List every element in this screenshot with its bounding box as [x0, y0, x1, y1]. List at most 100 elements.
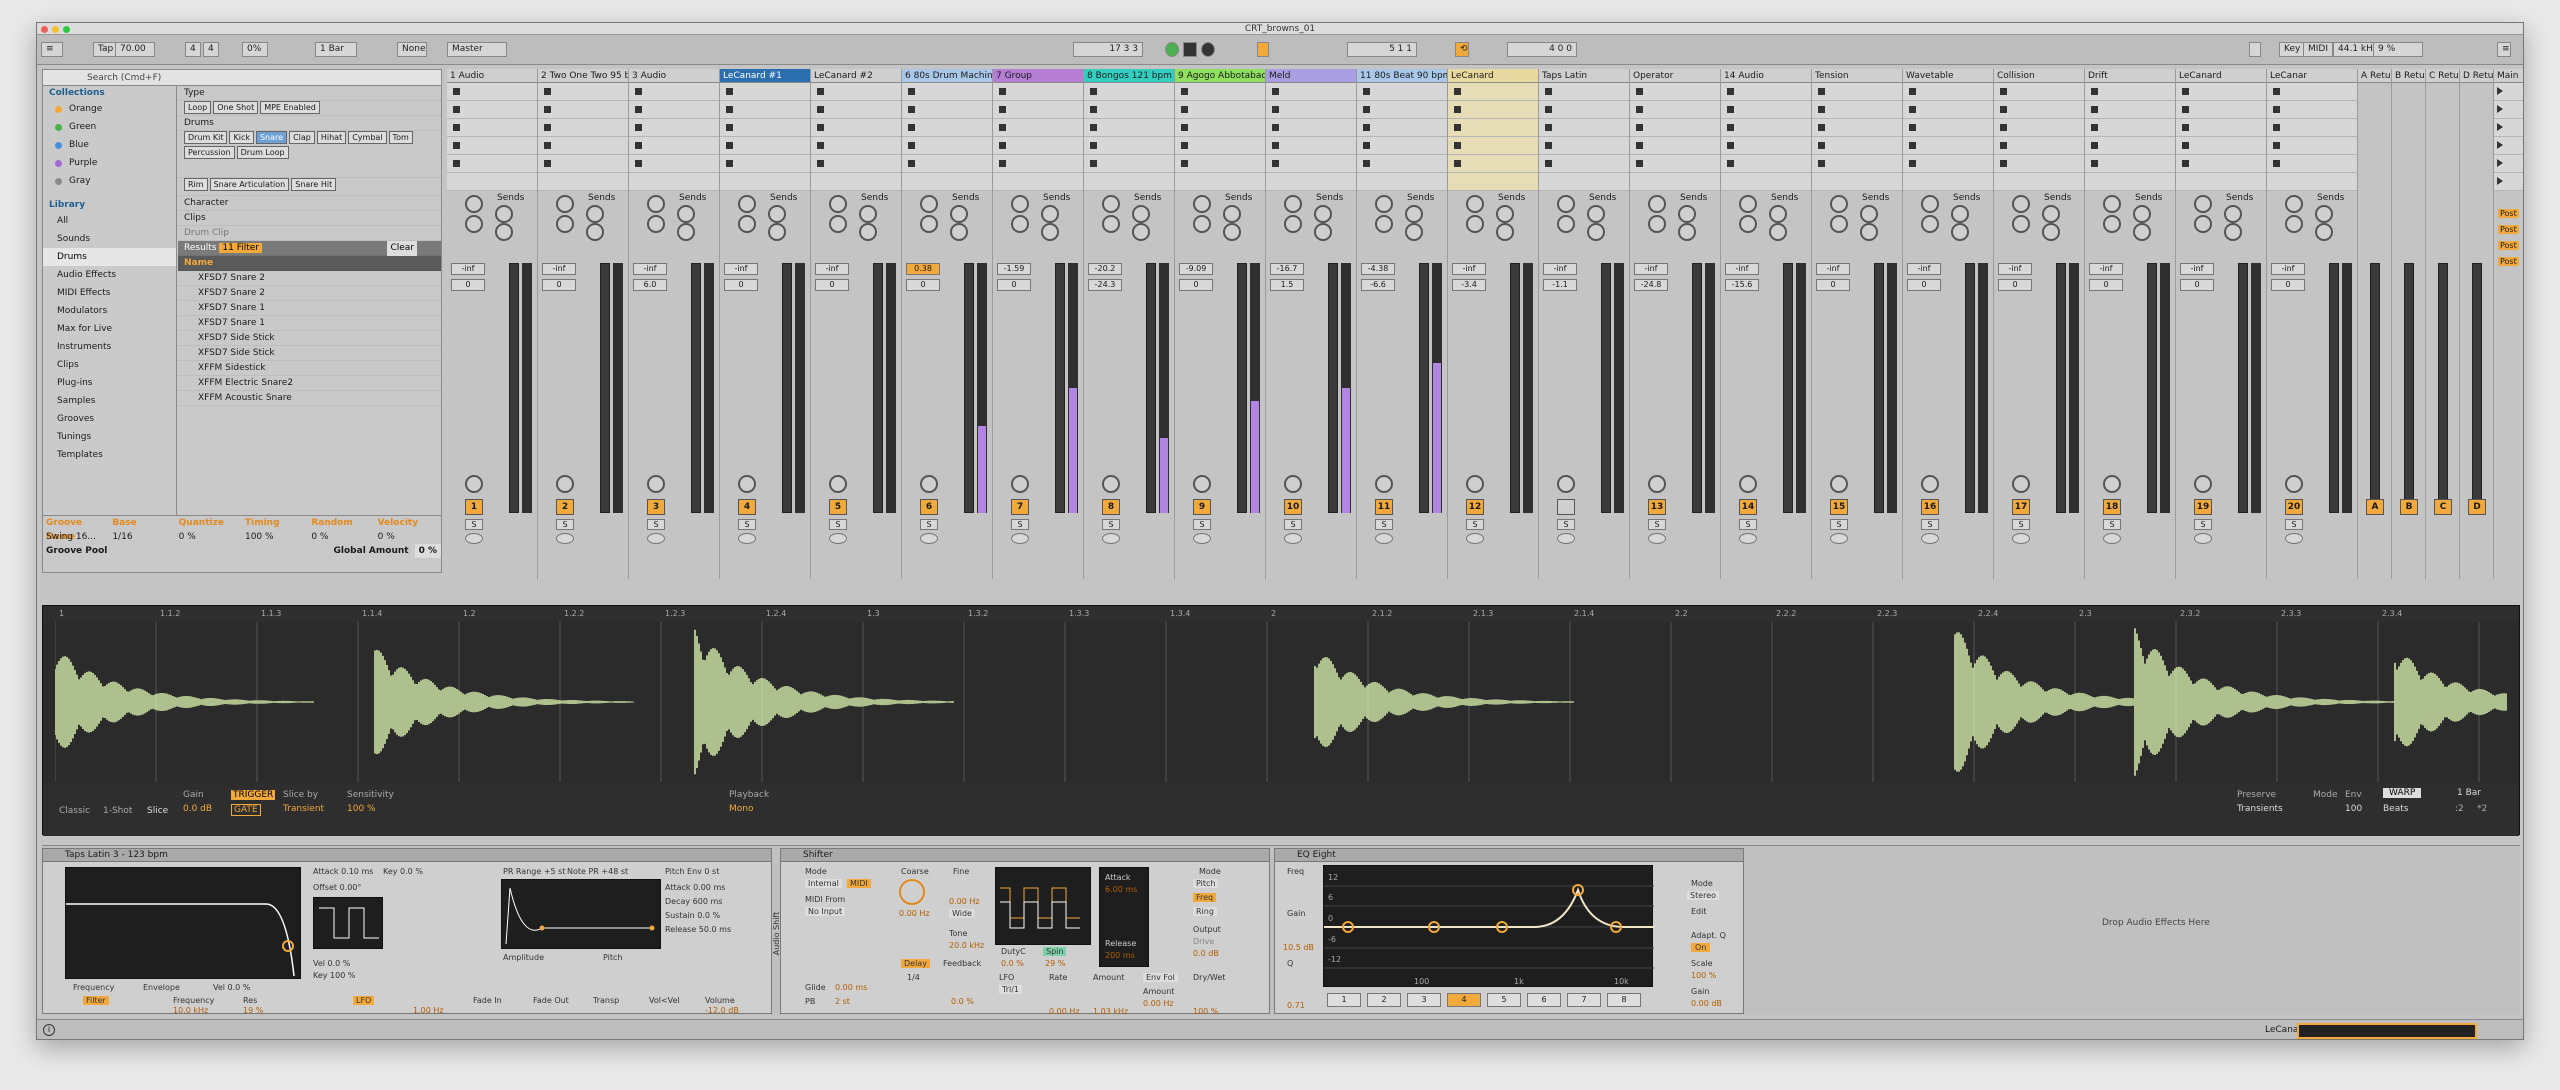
send-knob[interactable] — [677, 205, 695, 223]
link-button[interactable]: ≡ — [41, 42, 63, 57]
arm-button[interactable] — [1830, 533, 1848, 544]
pan-value[interactable]: 0 — [451, 279, 485, 291]
send-knob[interactable] — [1375, 215, 1393, 233]
send-knob[interactable] — [1678, 223, 1696, 241]
volume-fader[interactable] — [1783, 263, 1793, 513]
clip-slot[interactable] — [2085, 101, 2175, 119]
pan-knob[interactable] — [465, 475, 483, 493]
volume-fader[interactable] — [600, 263, 610, 513]
solo-button[interactable]: S — [1921, 519, 1939, 530]
coarse-value[interactable]: 0.00 Hz — [899, 909, 930, 918]
volume-fader[interactable] — [2147, 263, 2157, 513]
filter-tag[interactable]: Drum Loop — [236, 146, 289, 159]
send-knob[interactable] — [2224, 205, 2242, 223]
search-input[interactable]: Search (Cmd+F) — [43, 70, 441, 86]
filter-tag[interactable]: MPE Enabled — [260, 101, 320, 114]
volume-value[interactable]: 0.38 — [906, 263, 940, 275]
send-knob[interactable] — [1041, 223, 1059, 241]
clip-slot[interactable] — [1448, 101, 1538, 119]
spin-button[interactable]: Spin — [1043, 947, 1067, 956]
send-knob[interactable] — [1466, 215, 1484, 233]
clip-slot[interactable] — [1994, 83, 2084, 101]
clip-slot[interactable] — [2176, 137, 2266, 155]
loop-start[interactable]: 5 1 1 — [1347, 42, 1417, 57]
record-icon[interactable] — [1201, 42, 1215, 57]
library-item[interactable]: Instruments — [43, 338, 176, 356]
solo-button[interactable]: S — [1193, 519, 1211, 530]
pan-knob[interactable] — [2285, 475, 2303, 493]
clip-slot[interactable] — [629, 119, 719, 137]
pan-knob[interactable] — [1739, 475, 1757, 493]
collection-item[interactable]: Orange — [43, 100, 176, 118]
clip-slot[interactable] — [2176, 119, 2266, 137]
coarse-knob[interactable] — [899, 879, 925, 905]
groove-value[interactable]: Swing 16... — [43, 530, 109, 544]
info-icon[interactable]: i — [43, 1024, 55, 1036]
feedback-value[interactable]: 0.0 % — [951, 997, 974, 1006]
release-label[interactable]: Release 50.0 ms — [665, 925, 731, 934]
clip-slot[interactable] — [1903, 83, 1993, 101]
eq-band-toggle[interactable]: 4 — [1447, 993, 1481, 1007]
result-item[interactable]: XFSD7 Snare 2 — [178, 286, 441, 301]
scene-launch[interactable]: 4 — [2494, 137, 2523, 155]
send-knob[interactable] — [586, 223, 604, 241]
track-activator[interactable]: 11 — [1375, 499, 1393, 515]
pan-value[interactable]: -3.4 — [1452, 279, 1486, 291]
track-activator[interactable]: 20 — [2285, 499, 2303, 515]
name-column-header[interactable]: Name — [178, 256, 441, 271]
send-knob[interactable] — [1830, 195, 1848, 213]
filter-tag[interactable]: Tom — [388, 131, 413, 144]
clip-slot[interactable] — [2267, 173, 2357, 191]
preserve-select[interactable]: Transients — [2237, 804, 2283, 814]
clip-slot[interactable] — [1084, 137, 1174, 155]
drums-filter-label[interactable]: Drums — [178, 116, 441, 131]
clip-slot[interactable] — [629, 173, 719, 191]
draw-mode-icon[interactable] — [1257, 42, 1269, 57]
clip-slot[interactable] — [811, 137, 901, 155]
pan-knob[interactable] — [1102, 475, 1120, 493]
send-knob[interactable] — [1921, 195, 1939, 213]
solo-button[interactable]: S — [1011, 519, 1029, 530]
volume-fader[interactable] — [1692, 263, 1702, 513]
library-item[interactable]: Sounds — [43, 230, 176, 248]
halve-button[interactable]: :2 — [2455, 804, 2464, 814]
track-header[interactable]: Wavetable — [1903, 69, 1993, 83]
clip-slot[interactable] — [1539, 83, 1629, 101]
clip-slot[interactable] — [1266, 155, 1356, 173]
volume-value[interactable]: -inf — [2180, 263, 2214, 275]
clip-slot[interactable] — [720, 137, 810, 155]
send-knob[interactable] — [465, 195, 483, 213]
send-knob[interactable] — [2224, 223, 2242, 241]
clip-slot[interactable] — [1721, 101, 1811, 119]
clip-slot[interactable] — [1084, 155, 1174, 173]
scene-launch[interactable]: 2 — [2494, 101, 2523, 119]
midi-button[interactable]: MIDI — [847, 879, 871, 888]
scale-value[interactable]: 100 % — [1691, 971, 1716, 980]
volume-value[interactable]: -inf — [1816, 263, 1850, 275]
send-knob[interactable] — [1830, 215, 1848, 233]
track-header[interactable]: 9 Agogo Abbotabad — [1175, 69, 1265, 83]
global-amount-value[interactable]: 0 % — [414, 544, 441, 558]
clip-slot[interactable] — [2085, 137, 2175, 155]
send-knob[interactable] — [1739, 195, 1757, 213]
send-knob[interactable] — [1011, 215, 1029, 233]
volume-value[interactable]: -inf — [2089, 263, 2123, 275]
clip-slot[interactable] — [538, 119, 628, 137]
clip-slot[interactable] — [2267, 101, 2357, 119]
solo-button[interactable]: S — [1102, 519, 1120, 530]
glide-value[interactable]: 0.00 ms — [835, 983, 867, 992]
clip-slot[interactable] — [1448, 137, 1538, 155]
send-knob[interactable] — [920, 215, 938, 233]
clip-slot[interactable] — [1539, 155, 1629, 173]
solo-button[interactable]: S — [1648, 519, 1666, 530]
clip-slot[interactable] — [1630, 137, 1720, 155]
volume-fader[interactable] — [2056, 263, 2066, 513]
midi-from-select[interactable]: No Input — [805, 907, 846, 916]
track-header[interactable]: Drift — [2085, 69, 2175, 83]
return-header[interactable]: A Retu — [2358, 69, 2391, 83]
filter-tag[interactable]: Percussion — [184, 146, 235, 159]
collection-item[interactable]: Gray — [43, 172, 176, 190]
internal-button[interactable]: Internal — [805, 879, 842, 888]
pan-value[interactable]: 0 — [2089, 279, 2123, 291]
volume-value[interactable]: -inf — [815, 263, 849, 275]
